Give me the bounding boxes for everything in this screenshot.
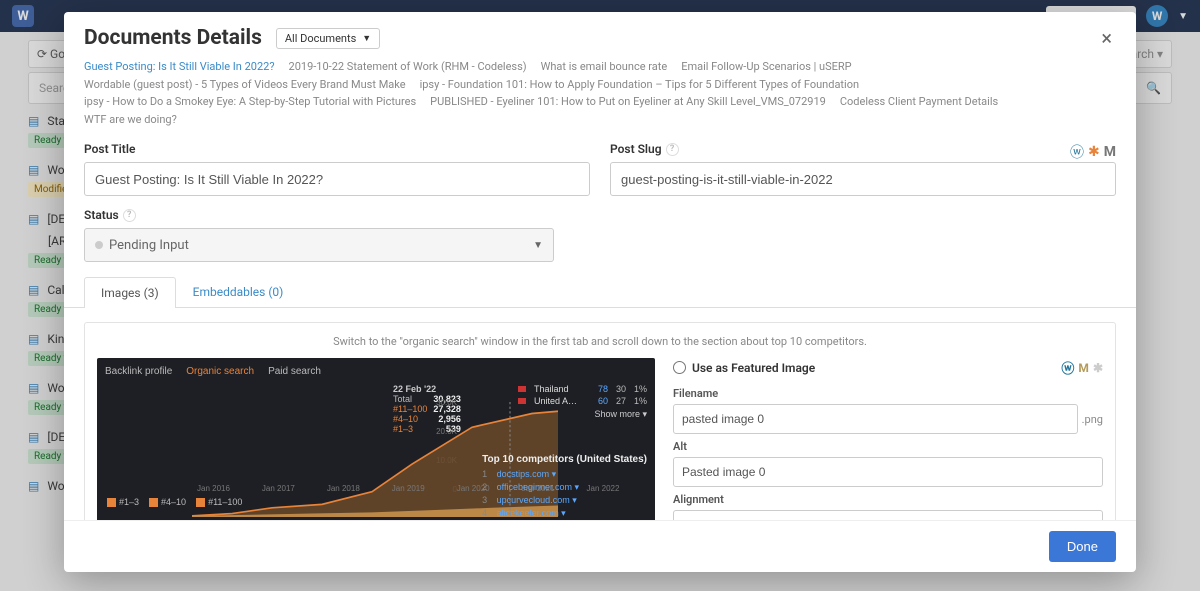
- wordpress-icon[interactable]: ⓦ: [1070, 142, 1084, 162]
- done-button[interactable]: Done: [1049, 531, 1116, 562]
- medium-icon[interactable]: M: [1078, 361, 1089, 375]
- featured-image-radio[interactable]: [673, 361, 686, 374]
- document-links: Guest Posting: Is It Still Viable In 202…: [64, 58, 1136, 138]
- status-label: Status ?: [84, 208, 1116, 222]
- alignment-select[interactable]: default ▾: [673, 510, 1103, 520]
- tab-embeddables[interactable]: Embeddables (0): [176, 276, 301, 307]
- filename-label: Filename: [673, 387, 1103, 400]
- doc-link[interactable]: ipsy - Foundation 101: How to Apply Foun…: [420, 76, 859, 94]
- post-slug-label: Post Slug ?: [610, 142, 679, 156]
- post-title-input[interactable]: [84, 162, 590, 196]
- chevron-down-icon: ▼: [362, 33, 371, 44]
- featured-image-label: Use as Featured Image: [692, 361, 815, 375]
- preview-tab-paid: Paid search: [268, 366, 321, 377]
- modal-title: Documents Details: [84, 26, 262, 50]
- doc-link[interactable]: Guest Posting: Is It Still Viable In 202…: [84, 60, 275, 73]
- doc-link[interactable]: PUBLISHED - Eyeliner 101: How to Put on …: [430, 93, 826, 111]
- documents-filter-dropdown[interactable]: All Documents ▼: [276, 28, 380, 49]
- post-slug-input[interactable]: [610, 162, 1116, 196]
- competitors-title: Top 10 competitors (United States): [482, 454, 647, 465]
- alt-label: Alt: [673, 440, 1103, 453]
- medium-icon[interactable]: M: [1104, 144, 1116, 160]
- tab-images[interactable]: Images (3): [84, 277, 176, 308]
- preview-tab-organic: Organic search: [186, 366, 254, 377]
- doc-link[interactable]: What is email bounce rate: [541, 58, 668, 76]
- documents-details-modal: Documents Details All Documents ▼ × Gues…: [64, 12, 1136, 572]
- close-button[interactable]: ×: [1097, 26, 1116, 50]
- doc-link[interactable]: Wordable (guest post) - 5 Types of Video…: [84, 76, 406, 94]
- image-preview: Backlink profile Organic search Paid sea…: [97, 358, 655, 520]
- wordpress-icon[interactable]: ⓦ: [1061, 358, 1074, 377]
- modal-backdrop: Documents Details All Documents ▼ × Gues…: [0, 0, 1200, 591]
- filename-input[interactable]: [673, 404, 1078, 434]
- filename-ext: .png: [1082, 413, 1103, 426]
- preview-tab-backlink: Backlink profile: [105, 366, 172, 377]
- hubspot-icon[interactable]: ✱: [1088, 144, 1100, 160]
- help-icon[interactable]: ?: [666, 143, 679, 156]
- doc-link[interactable]: Email Follow-Up Scenarios | uSERP: [681, 58, 851, 76]
- platform-icons: ⓦ ✱ M: [1070, 142, 1116, 162]
- doc-link[interactable]: WTF are we doing?: [84, 111, 177, 129]
- alignment-label: Alignment: [673, 493, 1103, 506]
- country-stats: Thailand78301%United A…60271%Show more ▾: [518, 384, 647, 420]
- status-select[interactable]: Pending Input ▼: [84, 228, 554, 262]
- doc-link[interactable]: ipsy - How to Do a Smokey Eye: A Step-by…: [84, 93, 416, 111]
- traffic-value: Traffic value $3,655: [107, 519, 455, 520]
- doc-link[interactable]: Codeless Client Payment Details: [840, 93, 998, 111]
- instruction-text: Switch to the "organic search" window in…: [97, 335, 1103, 348]
- platform-icons-small: ⓦ M ✱: [1061, 358, 1103, 377]
- chevron-down-icon: ▼: [533, 240, 543, 251]
- help-icon[interactable]: ?: [123, 209, 136, 222]
- post-title-label: Post Title: [84, 142, 590, 156]
- doc-link[interactable]: 2019-10-22 Statement of Work (RHM - Code…: [289, 58, 527, 76]
- hubspot-icon[interactable]: ✱: [1093, 361, 1103, 375]
- alt-input[interactable]: [673, 457, 1103, 487]
